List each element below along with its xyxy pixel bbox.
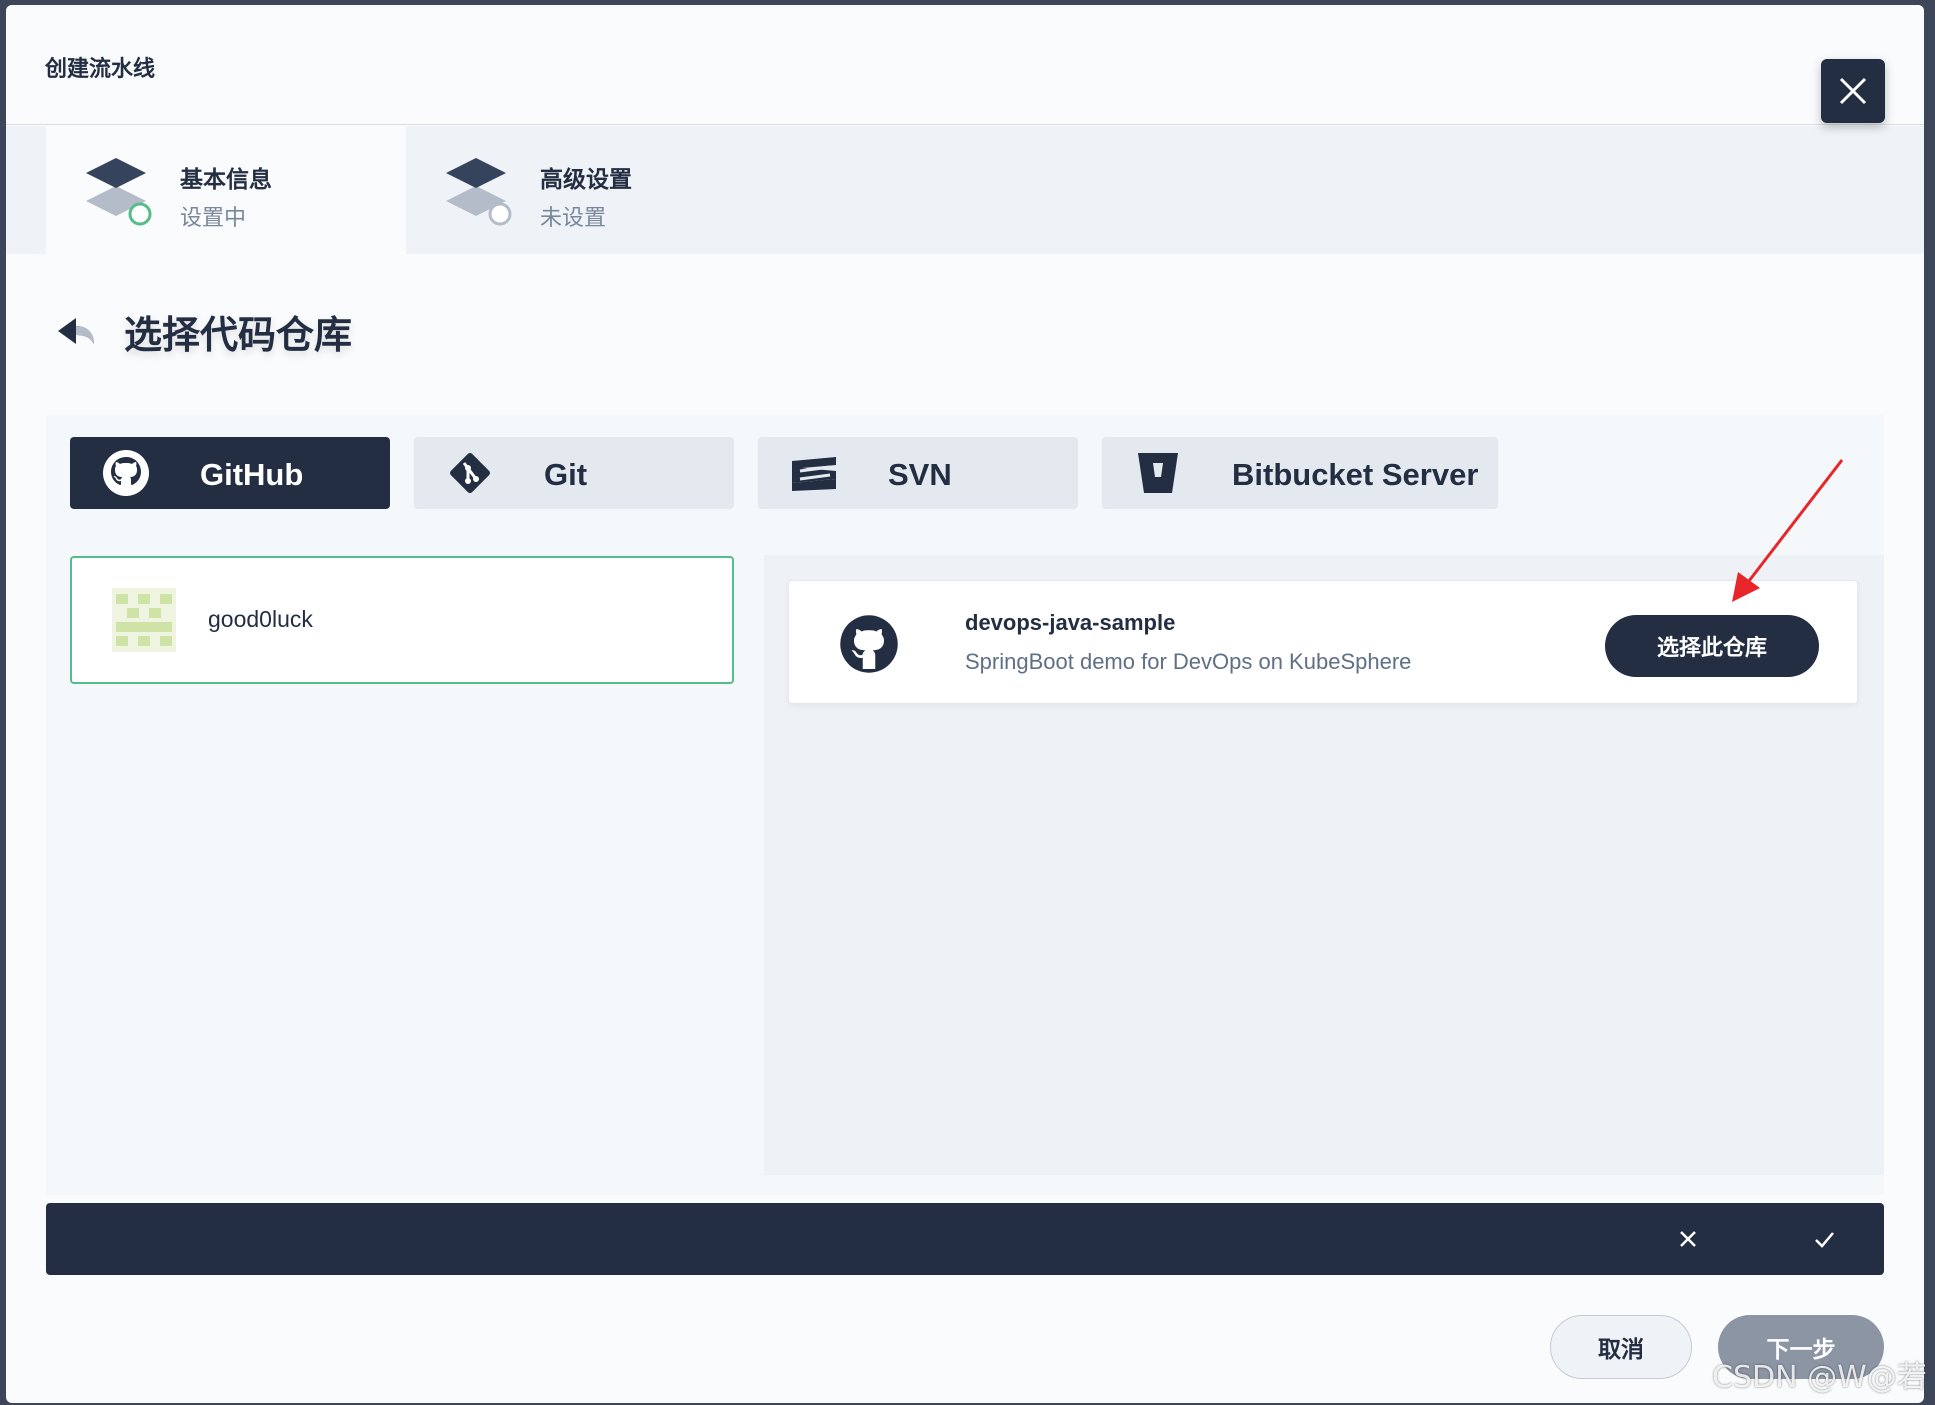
- confirm-bar: [46, 1203, 1884, 1275]
- github-icon: [840, 615, 898, 673]
- repo-select-panel: GitHub Git SVN Bitbucket Server good0luc…: [46, 415, 1884, 1195]
- step-basic-info[interactable]: 基本信息 设置中: [46, 126, 406, 254]
- repo-type-github-button[interactable]: GitHub: [70, 437, 390, 509]
- repo-description: SpringBoot demo for DevOps on KubeSphere: [965, 649, 1412, 674]
- layers-icon: [446, 158, 512, 226]
- repo-type-svn-button[interactable]: SVN: [758, 437, 1078, 509]
- watermark: CSDN @W@若: [1712, 1360, 1927, 1395]
- repo-type-label: Bitbucket Server: [1232, 457, 1479, 492]
- layers-icon: [86, 158, 152, 226]
- create-pipeline-modal: 创建流水线 基本信息 设置中 高级设置 未设置 选择代码仓库 GitHub Gi…: [6, 5, 1924, 1403]
- select-repo-button[interactable]: 选择此仓库: [1605, 615, 1819, 677]
- section-title: 选择代码仓库: [124, 313, 353, 357]
- repo-name: devops-java-sample: [965, 610, 1176, 635]
- modal-title: 创建流水线: [45, 57, 156, 82]
- step-title: 高级设置: [540, 167, 632, 193]
- repo-type-bitbucket-button[interactable]: Bitbucket Server: [1102, 437, 1498, 509]
- repo-type-label: Git: [544, 457, 588, 492]
- close-icon[interactable]: [1672, 1223, 1704, 1255]
- annotation-arrow-icon: [1732, 459, 1844, 602]
- step-status: 设置中: [180, 206, 247, 231]
- repo-type-label: SVN: [888, 457, 952, 492]
- step-title: 基本信息: [180, 167, 272, 193]
- account-name: good0luck: [208, 606, 313, 632]
- repo-list: devops-java-sample SpringBoot demo for D…: [764, 555, 1884, 1175]
- github-icon: [103, 450, 149, 496]
- back-arrow-icon[interactable]: [56, 314, 96, 348]
- close-icon: [1839, 77, 1867, 105]
- repo-card: devops-java-sample SpringBoot demo for D…: [788, 580, 1858, 704]
- bitbucket-icon: [1138, 453, 1178, 493]
- avatar: [112, 588, 176, 652]
- modal-header: 创建流水线: [6, 5, 1924, 125]
- git-icon: [450, 453, 490, 493]
- svn-icon: [792, 457, 836, 491]
- account-card[interactable]: good0luck: [70, 556, 734, 684]
- step-advanced-settings[interactable]: 高级设置 未设置: [406, 126, 766, 254]
- repo-type-label: GitHub: [200, 457, 304, 492]
- cancel-button[interactable]: 取消: [1550, 1315, 1692, 1379]
- step-status: 未设置: [540, 206, 607, 231]
- modal-close-button-inner[interactable]: [1821, 59, 1885, 123]
- repo-type-git-button[interactable]: Git: [414, 437, 734, 509]
- check-icon[interactable]: [1808, 1223, 1840, 1255]
- steps-bar: 基本信息 设置中 高级设置 未设置: [6, 126, 1924, 254]
- modal-close-button[interactable]: [1821, 32, 1885, 123]
